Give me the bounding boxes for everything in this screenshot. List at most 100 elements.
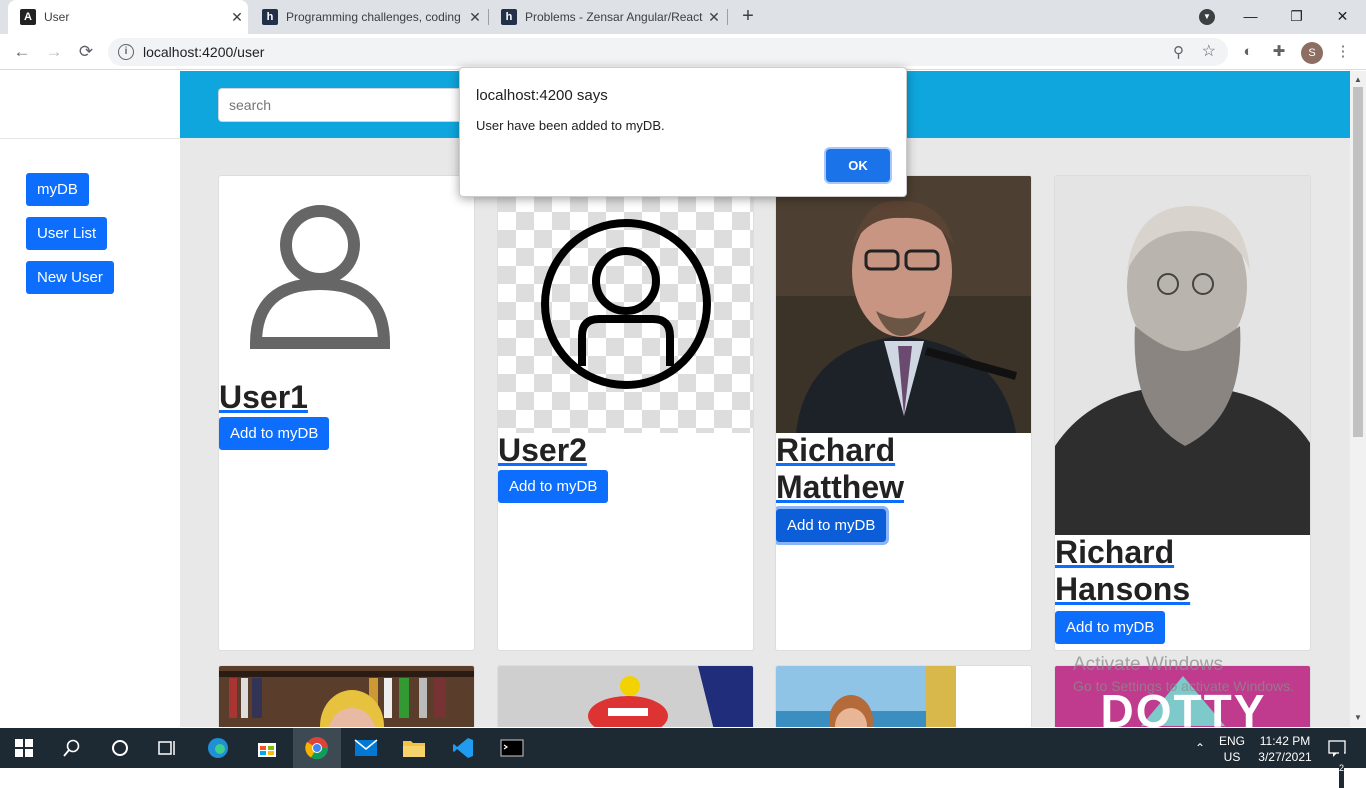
windows-taskbar: ⌃ ENG US 11:42 PM 3/27/2021 2 (0, 728, 1366, 788)
sidebar-user-list-button[interactable]: User List (26, 217, 108, 250)
hackerrank-icon: h (501, 9, 517, 25)
action-center-button[interactable]: 2 (1322, 728, 1352, 788)
store-taskbar-app[interactable] (243, 728, 291, 768)
task-view-button[interactable] (144, 728, 192, 768)
user-card (497, 665, 754, 727)
user-avatar-image (776, 176, 1031, 433)
address-bar[interactable]: i localhost:4200/user ⚲ ☆ (108, 38, 1228, 66)
tray-overflow-chevron-icon[interactable]: ⌃ (1190, 728, 1210, 768)
sidebar-mydb-button[interactable]: myDB (26, 173, 89, 206)
search-icon (63, 739, 80, 757)
extension-circle-icon[interactable]: ◐ (1238, 42, 1258, 62)
site-info-icon[interactable]: i (118, 44, 134, 60)
terminal-taskbar-app[interactable] (488, 728, 536, 768)
user-card: Richard Hansons Add to myDB (1054, 175, 1311, 651)
add-to-mydb-button[interactable]: Add to myDB (1055, 611, 1166, 644)
sidebar-new-user-button[interactable]: New User (26, 261, 114, 294)
clock-date: 3/27/2021 (1258, 750, 1312, 764)
circle-person-icon (541, 219, 711, 389)
cortana-button[interactable] (96, 728, 144, 768)
mail-icon (354, 739, 378, 756)
forward-arrow-icon[interactable]: → (42, 40, 66, 64)
browser-tab-strip: A User ✕ h Programming challenges, codin… (0, 0, 1366, 34)
minimize-button[interactable]: — (1228, 0, 1273, 34)
scroll-thumb[interactable] (1353, 87, 1363, 437)
new-tab-button[interactable]: + (737, 5, 759, 27)
photo-woman-beach (776, 666, 1031, 727)
url-text: localhost:4200/user (143, 44, 265, 60)
explorer-taskbar-app[interactable] (390, 728, 438, 768)
outline-person-icon (249, 205, 391, 349)
tab-title: User (44, 10, 70, 24)
divider (0, 138, 180, 139)
tab-search-icon[interactable]: ▼ (1199, 9, 1215, 25)
scroll-up-icon[interactable]: ▲ (1350, 73, 1366, 87)
dialog-title: localhost:4200 says (476, 87, 608, 104)
profile-avatar[interactable]: S (1301, 42, 1323, 64)
user-card: User1 Add to myDB (218, 175, 475, 651)
tab-close-icon[interactable]: ✕ (226, 9, 248, 26)
add-to-mydb-button[interactable]: Add to myDB (498, 470, 609, 503)
language-indicator[interactable]: ENG US (1214, 728, 1250, 768)
tab-title: Problems - Zensar Angular/React (525, 10, 703, 24)
notification-count: 2 (1339, 748, 1345, 788)
terminal-icon (500, 739, 524, 757)
language-code: ENG (1218, 734, 1245, 748)
task-view-icon (158, 741, 175, 755)
reload-icon[interactable]: ⟳ (74, 40, 98, 64)
windows-logo-icon (15, 739, 33, 757)
user-card (218, 665, 475, 727)
alert-dialog: localhost:4200 says User have been added… (459, 67, 907, 197)
back-arrow-icon[interactable]: ← (10, 40, 34, 64)
user-card: Richard Matthew Add to myDB (775, 175, 1032, 651)
vscode-icon (453, 738, 473, 758)
folder-icon (403, 741, 425, 757)
start-button[interactable] (0, 728, 48, 768)
tab-title: Programming challenges, coding (286, 10, 461, 24)
browser-toolbar: ← → ⟳ i localhost:4200/user ⚲ ☆ ◐ ✚ S ⋮ (0, 34, 1366, 70)
edge-taskbar-app[interactable] (194, 728, 242, 768)
search-button[interactable] (48, 728, 96, 768)
user-name-link[interactable]: Richard Hansons (1055, 534, 1310, 608)
photo-woman-bookshelf (219, 666, 474, 727)
puzzle-extensions-icon[interactable]: ✚ (1269, 42, 1289, 62)
chrome-taskbar-app[interactable] (293, 728, 341, 768)
user-avatar-image (1055, 176, 1310, 535)
user-grid: User1 Add to myDB User2 Add to myDB Rich… (180, 138, 1350, 727)
tab-user[interactable]: A User ✕ (8, 0, 248, 34)
scroll-down-icon[interactable]: ▼ (1350, 711, 1366, 725)
photo-man-glasses (776, 176, 1031, 433)
user-name-link[interactable]: Richard Matthew (776, 432, 1031, 506)
tab-separator (727, 9, 728, 25)
hackerrank-icon: h (262, 9, 278, 25)
chrome-icon (305, 737, 329, 760)
vscode-taskbar-app[interactable] (439, 728, 487, 768)
bookmark-star-icon[interactable]: ☆ (1202, 41, 1216, 61)
page-scrollbar[interactable]: ▲ ▼ (1350, 71, 1366, 727)
edge-icon (208, 738, 228, 758)
ok-button[interactable]: OK (826, 149, 890, 182)
tab-problems[interactable]: h Problems - Zensar Angular/React ✕ (489, 0, 725, 34)
tab-programming-challenges[interactable]: h Programming challenges, coding ✕ (250, 0, 486, 34)
zoom-icon[interactable]: ⚲ (1173, 43, 1184, 61)
region-code: US (1223, 750, 1241, 764)
sidebar: myDB User List New User (0, 71, 180, 727)
search-input[interactable] (218, 88, 468, 122)
cortana-circle-icon (112, 740, 128, 756)
maximize-button[interactable]: ❐ (1274, 0, 1319, 34)
user-name-link[interactable]: User2 (498, 432, 587, 469)
clock-time: 11:42 PM (1259, 734, 1311, 748)
mail-taskbar-app[interactable] (342, 728, 390, 768)
tab-close-icon[interactable]: ✕ (703, 9, 725, 26)
user-name-link[interactable]: User1 (219, 379, 308, 416)
add-to-mydb-button[interactable]: Add to myDB (776, 506, 890, 545)
more-menu-icon[interactable]: ⋮ (1333, 42, 1353, 62)
add-to-mydb-button[interactable]: Add to myDB (219, 417, 330, 450)
activate-windows-watermark: Activate Windows Go to Settings to activ… (1073, 654, 1294, 694)
tab-close-icon[interactable]: ✕ (464, 9, 486, 26)
photo-skier (498, 666, 753, 727)
watermark-line2: Go to Settings to activate Windows. (1073, 678, 1294, 694)
clock[interactable]: 11:42 PM 3/27/2021 (1252, 728, 1318, 768)
close-window-button[interactable]: ✕ (1320, 0, 1365, 34)
user-card: User2 Add to myDB (497, 175, 754, 651)
